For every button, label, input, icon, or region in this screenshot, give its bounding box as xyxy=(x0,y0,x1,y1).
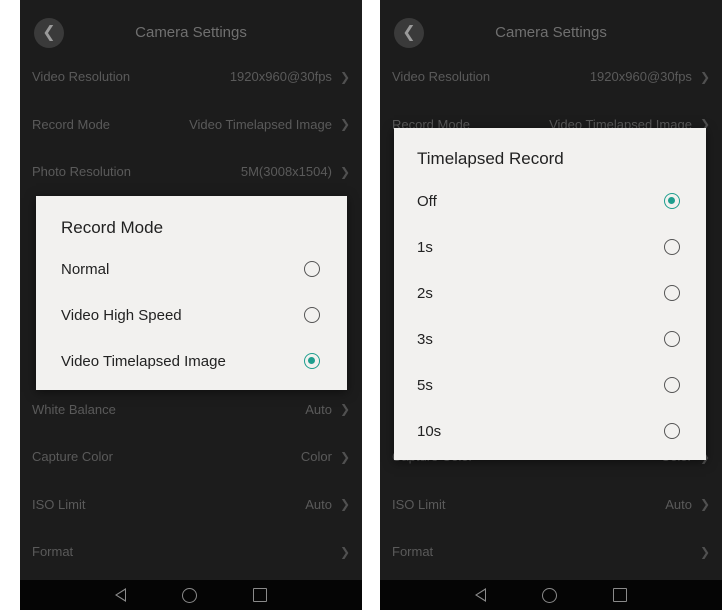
setting-format[interactable]: Format ❯ xyxy=(20,528,362,576)
dialog-title: Timelapsed Record xyxy=(417,149,564,168)
option-video-timelapsed-image[interactable]: Video Timelapsed Image xyxy=(36,338,347,384)
timelapsed-record-dialog: Timelapsed Record Off 1s 2s 3s 5s 10s xyxy=(394,128,706,460)
page-title: Camera Settings xyxy=(135,23,247,41)
chevron-right-icon: ❯ xyxy=(339,402,350,417)
radio-unchecked-icon[interactable] xyxy=(664,239,680,255)
option-label: 10s xyxy=(417,422,442,440)
setting-value: 1920x960@30fps xyxy=(589,69,692,85)
radio-unchecked-icon[interactable] xyxy=(304,261,320,277)
page-title: Camera Settings xyxy=(495,23,607,41)
setting-label: Capture Color xyxy=(32,449,113,465)
radio-unchecked-icon[interactable] xyxy=(304,307,320,323)
setting-value: Video Timelapsed Image xyxy=(189,116,332,132)
option-off[interactable]: Off xyxy=(394,178,706,224)
radio-unchecked-icon[interactable] xyxy=(664,377,680,393)
setting-label: Format xyxy=(32,544,74,560)
option-label: 3s xyxy=(417,330,433,348)
radio-unchecked-icon[interactable] xyxy=(664,331,680,347)
setting-value: Color xyxy=(300,449,332,465)
option-3s[interactable]: 3s xyxy=(394,316,706,362)
option-label: Normal xyxy=(61,260,110,278)
nav-bar xyxy=(20,580,362,610)
dialog-options: Normal Video High Speed Video Timelapsed… xyxy=(36,246,347,384)
chevron-right-icon: ❯ xyxy=(699,69,710,84)
option-10s[interactable]: 10s xyxy=(394,408,706,454)
dialog-title: Record Mode xyxy=(61,218,164,237)
dialog-options: Off 1s 2s 3s 5s 10s xyxy=(394,178,706,454)
option-label: 5s xyxy=(417,376,433,394)
setting-value: Auto xyxy=(305,496,332,512)
option-label: Off xyxy=(417,192,437,210)
radio-checked-icon[interactable] xyxy=(664,193,680,209)
home-icon[interactable] xyxy=(182,587,197,603)
setting-capture-color[interactable]: Capture Color Color ❯ xyxy=(20,433,362,481)
setting-white-balance[interactable]: White Balance Auto ❯ xyxy=(20,386,362,434)
back-icon[interactable] xyxy=(115,588,126,602)
option-5s[interactable]: 5s xyxy=(394,362,706,408)
back-icon[interactable] xyxy=(475,588,486,602)
chevron-left-icon: ❮ xyxy=(42,24,56,41)
setting-label: Record Mode xyxy=(32,116,111,132)
option-label: Video Timelapsed Image xyxy=(61,352,226,370)
chevron-left-icon: ❮ xyxy=(402,24,416,41)
setting-format[interactable]: Format ❯ xyxy=(380,528,722,576)
back-button[interactable]: ❮ xyxy=(394,18,424,48)
chevron-right-icon: ❯ xyxy=(699,544,710,559)
option-label: 2s xyxy=(417,284,433,302)
option-1s[interactable]: 1s xyxy=(394,224,706,270)
home-icon[interactable] xyxy=(542,587,557,603)
option-label: 1s xyxy=(417,238,433,256)
option-2s[interactable]: 2s xyxy=(394,270,706,316)
setting-value: 1920x960@30fps xyxy=(229,69,332,85)
chevron-right-icon: ❯ xyxy=(699,497,710,512)
chevron-right-icon: ❯ xyxy=(339,497,350,512)
setting-value: 5M(3008x1504) xyxy=(240,164,332,180)
setting-label: ISO Limit xyxy=(32,496,86,512)
setting-video-resolution[interactable]: Video Resolution 1920x960@30fps ❯ xyxy=(20,53,362,101)
setting-label: Photo Resolution xyxy=(32,164,132,180)
nav-bar xyxy=(380,580,722,610)
setting-value: Auto xyxy=(305,401,332,417)
radio-checked-icon[interactable] xyxy=(304,353,320,369)
setting-value: Auto xyxy=(665,496,692,512)
radio-unchecked-icon[interactable] xyxy=(664,285,680,301)
setting-iso-limit[interactable]: ISO Limit Auto ❯ xyxy=(20,481,362,529)
setting-label: ISO Limit xyxy=(392,496,446,512)
setting-iso-limit[interactable]: ISO Limit Auto ❯ xyxy=(380,481,722,529)
setting-label: Format xyxy=(392,544,434,560)
option-normal[interactable]: Normal xyxy=(36,246,347,292)
record-mode-dialog: Record Mode Normal Video High Speed Vide… xyxy=(36,196,347,390)
setting-label: White Balance xyxy=(32,401,116,417)
back-button[interactable]: ❮ xyxy=(34,18,64,48)
chevron-right-icon: ❯ xyxy=(339,164,350,179)
setting-record-mode[interactable]: Record Mode Video Timelapsed Image ❯ xyxy=(20,101,362,149)
setting-label: Video Resolution xyxy=(32,69,131,85)
recents-icon[interactable] xyxy=(613,588,627,602)
chevron-right-icon: ❯ xyxy=(339,544,350,559)
option-video-high-speed[interactable]: Video High Speed xyxy=(36,292,347,338)
recents-icon[interactable] xyxy=(253,588,267,602)
option-label: Video High Speed xyxy=(61,306,182,324)
chevron-right-icon: ❯ xyxy=(339,117,350,132)
setting-label: Video Resolution xyxy=(392,69,491,85)
chevron-right-icon: ❯ xyxy=(339,449,350,464)
setting-photo-resolution[interactable]: Photo Resolution 5M(3008x1504) ❯ xyxy=(20,148,362,196)
setting-video-resolution[interactable]: Video Resolution 1920x960@30fps ❯ xyxy=(380,53,722,101)
chevron-right-icon: ❯ xyxy=(339,69,350,84)
radio-unchecked-icon[interactable] xyxy=(664,423,680,439)
